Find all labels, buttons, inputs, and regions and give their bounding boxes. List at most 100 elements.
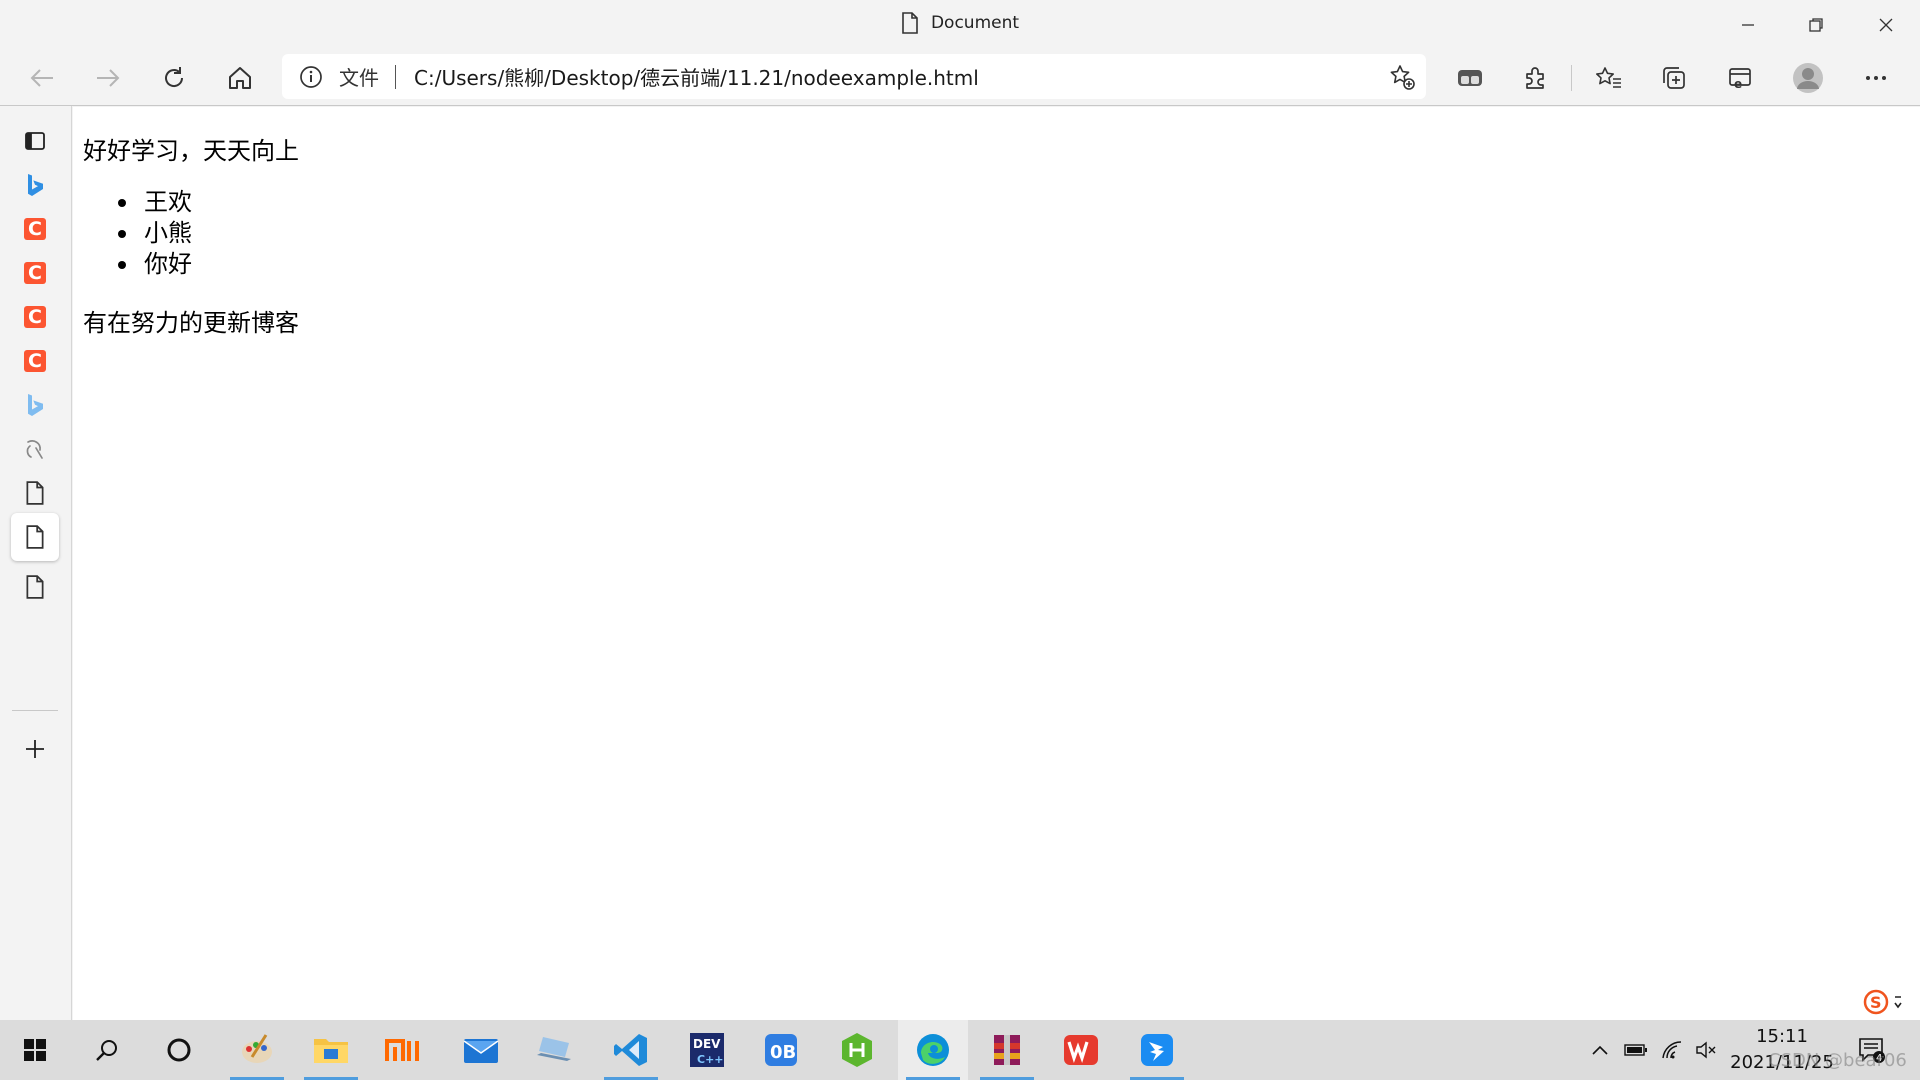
list-item: 小熊 (118, 219, 192, 247)
bing-icon (28, 174, 43, 196)
new-tab-button[interactable] (11, 725, 59, 773)
winrar-icon (994, 1035, 1020, 1065)
search-icon (96, 1040, 117, 1061)
info-icon[interactable] (299, 65, 335, 89)
chevron-up-icon (1592, 1045, 1608, 1055)
address-bar[interactable]: 文件 C:/Users/熊柳/Desktop/德云前端/11.21/nodeex… (282, 54, 1426, 99)
clock-time: 15:11 (1756, 1026, 1808, 1047)
taskbar-paint[interactable] (222, 1020, 292, 1080)
taskbar-devcpp[interactable]: DEV C++ (672, 1020, 742, 1080)
battery-indicator[interactable] (1620, 1020, 1652, 1080)
tab-bing[interactable] (11, 161, 59, 209)
address-separator (395, 64, 396, 89)
devcpp-icon: DEV C++ (690, 1033, 724, 1067)
site-scheme-label[interactable]: 文件 (339, 62, 379, 91)
extensions-button[interactable] (1516, 58, 1556, 98)
taskbar-file-explorer[interactable] (296, 1020, 366, 1080)
avatar (1793, 63, 1823, 93)
taskbar-dingtalk[interactable] (1122, 1020, 1192, 1080)
tab-loading[interactable] (11, 425, 59, 473)
refresh-button[interactable] (154, 58, 194, 98)
tab-document-1[interactable] (11, 469, 59, 517)
csdn-icon: C (24, 350, 46, 372)
taskbar-winrar[interactable] (972, 1020, 1042, 1080)
svg-text:S: S (1870, 993, 1882, 1012)
url-text[interactable]: C:/Users/熊柳/Desktop/德云前端/11.21/nodeexamp… (414, 62, 1382, 91)
taskbar-edge[interactable] (898, 1020, 968, 1080)
sidebar-divider (12, 710, 58, 711)
tab-actions-menu[interactable] (11, 117, 59, 165)
volume-indicator[interactable] (1690, 1020, 1722, 1080)
panel-icon (25, 132, 45, 150)
restore-button[interactable] (1782, 0, 1850, 49)
wps-icon (1064, 1035, 1098, 1065)
name-list: 王欢 小熊 你好 (118, 187, 192, 280)
chevron-down-icon (1894, 996, 1902, 1009)
navigation-toolbar: 文件 C:/Users/熊柳/Desktop/德云前端/11.21/nodeex… (0, 49, 1920, 106)
tab-actions-icon (1458, 70, 1482, 86)
sogou-ime-icon: S (1863, 989, 1889, 1015)
taskbar-hbuilder[interactable] (822, 1020, 892, 1080)
settings-more-button[interactable] (1856, 58, 1896, 98)
cortana-button[interactable] (144, 1020, 214, 1080)
search-button[interactable] (72, 1020, 142, 1080)
svg-text:e: e (1734, 77, 1742, 91)
list-item: 王欢 (118, 188, 192, 216)
battery-icon (1624, 1044, 1647, 1056)
taskbar-remote-desktop[interactable] (520, 1020, 590, 1080)
taskbar-onenote-app[interactable]: 0B (746, 1020, 816, 1080)
tab-csdn-3[interactable]: C (11, 293, 59, 341)
document-icon (26, 525, 44, 549)
ie-mode-icon: e (1729, 68, 1751, 91)
collections-button[interactable] (1654, 58, 1694, 98)
taskbar-wps[interactable] (1046, 1020, 1116, 1080)
tab-csdn-2[interactable]: C (11, 249, 59, 297)
back-button[interactable] (22, 58, 62, 98)
taskbar-mail[interactable] (446, 1020, 516, 1080)
hbuilder-icon (842, 1033, 872, 1067)
mail-icon (463, 1039, 499, 1063)
taskbar-vscode[interactable] (596, 1020, 666, 1080)
vscode-icon (614, 1034, 647, 1066)
document-icon (901, 12, 919, 34)
show-hidden-icons-button[interactable] (1584, 1020, 1616, 1080)
tab-actions-button[interactable] (1450, 58, 1490, 98)
close-button[interactable] (1852, 0, 1920, 49)
close-icon (1879, 18, 1893, 31)
plus-icon (26, 740, 44, 758)
csdn-icon: C (24, 306, 46, 328)
svg-text:DEV: DEV (693, 1037, 721, 1051)
profile-button[interactable] (1788, 58, 1828, 98)
network-indicator[interactable] (1656, 1020, 1688, 1080)
minimize-button[interactable] (1714, 0, 1782, 49)
arrow-left-icon (30, 69, 53, 87)
refresh-icon (165, 67, 184, 87)
tab-document-3[interactable] (11, 563, 59, 611)
folder-icon (314, 1039, 348, 1063)
csdn-watermark: CSDN @bear06 (1768, 1050, 1907, 1071)
home-button[interactable] (220, 58, 260, 98)
tab-document-active[interactable] (11, 513, 59, 561)
restore-icon (1809, 17, 1823, 32)
arrow-right-icon (97, 69, 120, 87)
star-add-icon (1390, 64, 1415, 90)
cortana-icon (167, 1038, 191, 1062)
tab-bing-2[interactable] (11, 381, 59, 429)
window-title-text: Document (930, 13, 1020, 33)
footer-line: 有在努力的更新博客 (83, 309, 299, 337)
start-button[interactable] (0, 1020, 70, 1080)
loading-icon (26, 440, 43, 459)
svg-text:0B: 0B (770, 1042, 796, 1063)
ime-floating-widget[interactable]: S (1863, 987, 1913, 1017)
ie-mode-button[interactable]: e (1720, 58, 1760, 98)
taskbar-mi-app[interactable] (370, 1020, 440, 1080)
tab-csdn-1[interactable]: C (11, 205, 59, 253)
forward-button[interactable] (88, 58, 128, 98)
tab-csdn-4[interactable]: C (11, 337, 59, 385)
windows-icon (24, 1039, 46, 1061)
favorites-button[interactable] (1588, 58, 1628, 98)
dingtalk-icon (1141, 1034, 1173, 1066)
add-favorite-button[interactable] (1382, 57, 1422, 97)
paint-palette-icon (242, 1034, 272, 1063)
mi-logo-icon (385, 1039, 419, 1061)
